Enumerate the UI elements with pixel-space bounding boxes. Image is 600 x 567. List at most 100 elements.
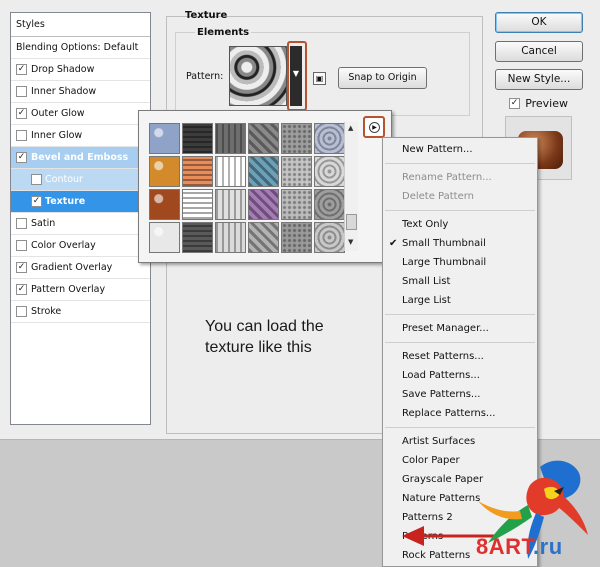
menu-item-replace-patterns[interactable]: Replace Patterns... bbox=[383, 404, 537, 423]
menu-item-label: Replace Patterns... bbox=[402, 408, 496, 419]
pattern-tile[interactable] bbox=[182, 156, 213, 187]
pattern-tile[interactable] bbox=[149, 123, 180, 154]
pattern-tile[interactable] bbox=[281, 123, 312, 154]
inner-shadow-checkbox[interactable] bbox=[16, 86, 27, 97]
menu-item-label: Small List bbox=[402, 276, 451, 287]
satin-checkbox[interactable] bbox=[16, 218, 27, 229]
stroke-checkbox[interactable] bbox=[16, 306, 27, 317]
inner-glow-checkbox[interactable] bbox=[16, 130, 27, 141]
style-item-drop-shadow[interactable]: ✓ Drop Shadow bbox=[11, 59, 150, 81]
ok-button[interactable]: OK bbox=[495, 12, 583, 33]
style-item-contour[interactable]: Contour bbox=[11, 169, 150, 191]
pattern-tile[interactable] bbox=[215, 222, 246, 253]
pattern-tile[interactable] bbox=[314, 123, 345, 154]
picker-menu-button[interactable]: ▶ bbox=[363, 116, 385, 138]
contour-checkbox[interactable] bbox=[31, 174, 42, 185]
cancel-button[interactable]: Cancel bbox=[495, 41, 583, 62]
style-item-label: Stroke bbox=[31, 306, 62, 317]
texture-group-title: Texture bbox=[185, 10, 228, 21]
menu-item-artist-surfaces[interactable]: Artist Surfaces bbox=[383, 432, 537, 451]
menu-item-save-patterns[interactable]: Save Patterns... bbox=[383, 385, 537, 404]
preview-checkbox[interactable]: ✓ bbox=[509, 98, 520, 109]
menu-separator bbox=[385, 163, 535, 164]
menu-item-label: Large List bbox=[402, 295, 451, 306]
pattern-tile[interactable] bbox=[182, 189, 213, 220]
blending-options-item[interactable]: Blending Options: Default bbox=[11, 37, 150, 59]
menu-item-small-thumbnail[interactable]: ✔ Small Thumbnail bbox=[383, 234, 537, 253]
pattern-tile[interactable] bbox=[149, 156, 180, 187]
new-preset-icon[interactable]: ▣ bbox=[313, 72, 326, 85]
style-item-bevel-emboss[interactable]: ✓ Bevel and Emboss bbox=[11, 147, 150, 169]
menu-item-small-list[interactable]: Small List bbox=[383, 272, 537, 291]
scroll-down-icon[interactable]: ▼ bbox=[348, 238, 353, 246]
style-item-gradient-overlay[interactable]: ✓ Gradient Overlay bbox=[11, 257, 150, 279]
style-item-label: Texture bbox=[45, 196, 86, 207]
style-item-inner-shadow[interactable]: Inner Shadow bbox=[11, 81, 150, 103]
menu-item-preset-manager[interactable]: Preset Manager... bbox=[383, 319, 537, 338]
watermark-text-b: .ru bbox=[533, 534, 563, 559]
elements-group-title: Elements bbox=[195, 27, 252, 38]
menu-item-label: Rename Pattern... bbox=[402, 172, 492, 183]
scroll-up-icon[interactable]: ▲ bbox=[348, 124, 353, 132]
style-item-satin[interactable]: Satin bbox=[11, 213, 150, 235]
drop-shadow-checkbox[interactable]: ✓ bbox=[16, 64, 27, 75]
menu-item-label: Color Paper bbox=[402, 455, 460, 466]
style-item-outer-glow[interactable]: ✓ Outer Glow bbox=[11, 103, 150, 125]
menu-item-text-only[interactable]: Text Only bbox=[383, 215, 537, 234]
pattern-tile[interactable] bbox=[215, 189, 246, 220]
menu-item-new-pattern[interactable]: New Pattern... bbox=[383, 140, 537, 159]
menu-item-label: New Pattern... bbox=[402, 144, 473, 155]
styles-header[interactable]: Styles bbox=[11, 13, 150, 37]
pattern-tile[interactable] bbox=[314, 189, 345, 220]
bevel-emboss-checkbox[interactable]: ✓ bbox=[16, 152, 27, 163]
style-item-pattern-overlay[interactable]: ✓ Pattern Overlay bbox=[11, 279, 150, 301]
pattern-picker-scrollbar[interactable]: ▲ ▼ bbox=[344, 122, 358, 251]
menu-item-large-list[interactable]: Large List bbox=[383, 291, 537, 310]
pattern-tile[interactable] bbox=[248, 189, 279, 220]
style-item-label: Drop Shadow bbox=[31, 64, 95, 75]
pattern-overlay-checkbox[interactable]: ✓ bbox=[16, 284, 27, 295]
scrollbar-thumb[interactable] bbox=[346, 214, 357, 230]
pattern-tile[interactable] bbox=[182, 222, 213, 253]
menu-arrow-icon: ▶ bbox=[369, 122, 380, 133]
pattern-tile[interactable] bbox=[149, 189, 180, 220]
pattern-tile[interactable] bbox=[182, 123, 213, 154]
style-item-label: Color Overlay bbox=[31, 240, 96, 251]
pattern-tile[interactable] bbox=[215, 123, 246, 154]
pattern-tile[interactable] bbox=[281, 156, 312, 187]
pattern-tile[interactable] bbox=[215, 156, 246, 187]
style-item-texture[interactable]: ✓ Texture bbox=[11, 191, 150, 213]
texture-checkbox[interactable]: ✓ bbox=[31, 196, 42, 207]
new-style-button[interactable]: New Style... bbox=[495, 69, 583, 90]
pattern-tile[interactable] bbox=[248, 123, 279, 154]
pattern-dropdown-button[interactable]: ▼ bbox=[290, 46, 302, 106]
pattern-tile[interactable] bbox=[314, 222, 345, 253]
menu-item-reset-patterns[interactable]: Reset Patterns... bbox=[383, 347, 537, 366]
menu-item-label: Delete Pattern bbox=[402, 191, 475, 202]
pattern-tile[interactable] bbox=[314, 156, 345, 187]
pattern-tile[interactable] bbox=[281, 189, 312, 220]
menu-item-label: Load Patterns... bbox=[402, 370, 480, 381]
pattern-tile[interactable] bbox=[248, 222, 279, 253]
snap-to-origin-button[interactable]: Snap to Origin bbox=[338, 67, 427, 89]
menu-item-load-patterns[interactable]: Load Patterns... bbox=[383, 366, 537, 385]
preview-toggle[interactable]: ✓ Preview bbox=[509, 97, 568, 110]
pattern-swatch[interactable] bbox=[229, 46, 287, 106]
style-item-inner-glow[interactable]: Inner Glow bbox=[11, 125, 150, 147]
menu-item-delete-pattern: Delete Pattern bbox=[383, 187, 537, 206]
pattern-tile[interactable] bbox=[281, 222, 312, 253]
menu-item-label: Artist Surfaces bbox=[402, 436, 476, 447]
color-overlay-checkbox[interactable] bbox=[16, 240, 27, 251]
gradient-overlay-checkbox[interactable]: ✓ bbox=[16, 262, 27, 273]
menu-item-label: Text Only bbox=[402, 219, 449, 230]
pattern-tile[interactable] bbox=[248, 156, 279, 187]
style-item-label: Outer Glow bbox=[31, 108, 85, 119]
style-item-stroke[interactable]: Stroke bbox=[11, 301, 150, 323]
menu-item-label: Small Thumbnail bbox=[402, 238, 486, 249]
menu-item-large-thumbnail[interactable]: Large Thumbnail bbox=[383, 253, 537, 272]
menu-item-label: Large Thumbnail bbox=[402, 257, 487, 268]
style-item-label: Bevel and Emboss bbox=[31, 152, 129, 163]
pattern-tile[interactable] bbox=[149, 222, 180, 253]
outer-glow-checkbox[interactable]: ✓ bbox=[16, 108, 27, 119]
style-item-color-overlay[interactable]: Color Overlay bbox=[11, 235, 150, 257]
